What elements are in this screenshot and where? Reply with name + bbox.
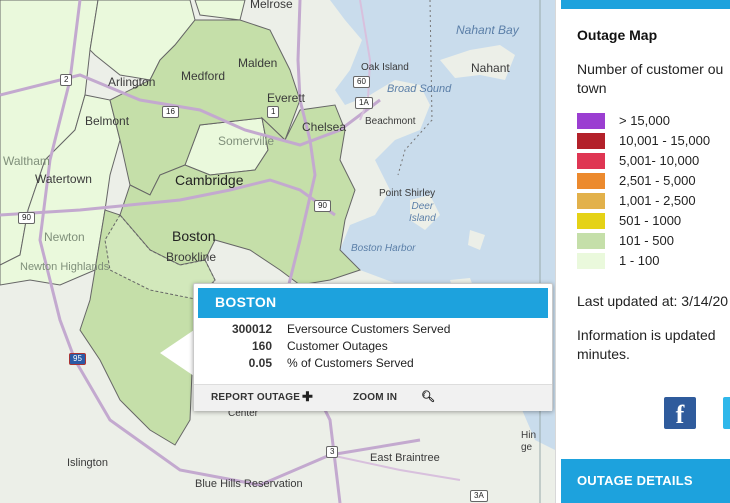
place-malden: Malden (238, 56, 278, 70)
place-blue-hills: Blue Hills Reservation (195, 478, 303, 490)
stat-row-outages: 160 Customer Outages (194, 339, 552, 356)
legend-label: > 15,000 (619, 113, 670, 128)
stat-value: 160 (251, 339, 272, 353)
route-1a-shield: 1A (355, 97, 373, 109)
panel-title: Outage Map (577, 27, 658, 43)
place-chelsea: Chelsea (302, 120, 347, 134)
route-3-shield: 3 (326, 446, 339, 458)
place-nahant-bay: Nahant Bay (456, 23, 519, 37)
place-newton-highlands: Newton Highlands (20, 261, 110, 273)
zoom-in-button[interactable]: ZOOM IN (353, 392, 397, 403)
place-melrose: Melrose (250, 0, 293, 11)
town-popup: BOSTON 300012 Eversource Customers Serve… (193, 283, 553, 411)
panel-top-bar (561, 0, 730, 9)
popup-pointer (160, 330, 194, 376)
place-oak-island: Oak Island (361, 62, 409, 73)
place-east-braintree: East Braintree (370, 452, 440, 464)
legend-label: 1,001 - 2,500 (619, 193, 696, 208)
legend-swatch (577, 173, 605, 189)
popup-footer: REPORT OUTAGE ✚ ZOOM IN 🔍︎ (194, 384, 552, 411)
stat-label: % of Customers Served (287, 356, 414, 370)
twitter-icon[interactable] (723, 397, 730, 429)
place-beachmont: Beachmont (365, 116, 416, 127)
stat-value: 0.05 (248, 356, 272, 370)
route-2-shield: 2 (60, 74, 73, 86)
report-outage-button[interactable]: REPORT OUTAGE (211, 392, 300, 403)
legend-label: 10,001 - 15,000 (619, 133, 711, 148)
legend-swatch (577, 233, 605, 249)
info-text-2: minutes. (577, 346, 630, 362)
place-islington: Islington (67, 457, 108, 469)
stat-row-served: 300012 Eversource Customers Served (194, 322, 552, 339)
plus-icon[interactable]: ✚ (302, 389, 313, 405)
legend-panel: Outage Map Number of customer ou town > … (555, 0, 730, 503)
place-point-shirley: Point Shirley (379, 188, 436, 199)
legend-swatch (577, 193, 605, 209)
outage-details-button[interactable]: OUTAGE DETAILS (561, 459, 730, 503)
place-belmont: Belmont (85, 114, 130, 128)
place-newton: Newton (44, 230, 85, 244)
place-everett: Everett (267, 91, 306, 105)
popup-title: BOSTON (215, 294, 277, 310)
stat-value: 300012 (231, 322, 272, 336)
legend-swatch (577, 113, 605, 129)
place-somerville: Somerville (218, 134, 275, 148)
legend-swatch (577, 213, 605, 229)
place-deer-island: Deer Island (409, 201, 436, 224)
place-broad-sound: Broad Sound (387, 83, 452, 95)
legend-swatch (577, 133, 605, 149)
legend-label: 2,501 - 5,000 (619, 173, 696, 188)
popup-header: BOSTON (198, 288, 548, 318)
legend-label: 1 - 100 (619, 253, 660, 268)
place-nahant: Nahant (471, 61, 510, 75)
route-60-shield: 60 (353, 76, 370, 88)
facebook-icon[interactable]: f (664, 397, 696, 429)
place-cambridge: Cambridge (175, 172, 244, 188)
legend-label: 501 - 1000 (619, 213, 682, 228)
legend-label: 5,001- 10,000 (619, 153, 700, 168)
place-watertown: Watertown (35, 172, 92, 186)
outage-details-label: OUTAGE DETAILS (577, 473, 693, 488)
interstate-95-shield: 95 (69, 353, 86, 365)
map-base[interactable] (0, 0, 555, 503)
stat-label: Customer Outages (287, 339, 388, 353)
route-90-shield-west: 90 (18, 212, 35, 224)
place-waltham: Waltham (3, 154, 50, 168)
legend-swatch (577, 253, 605, 269)
legend-swatch (577, 153, 605, 169)
place-brookline: Brookline (166, 250, 217, 264)
place-arlington: Arlington (108, 75, 156, 89)
stat-row-percent: 0.05 % of Customers Served (194, 356, 552, 373)
legend-label: 101 - 500 (619, 233, 674, 248)
route-90-shield-east: 90 (314, 200, 331, 212)
route-1-shield: 1 (267, 106, 280, 118)
route-16-shield: 16 (162, 106, 179, 118)
stat-label: Eversource Customers Served (287, 322, 451, 336)
outage-map[interactable]: Melrose Nahant Bay Arlington Medford Mal… (0, 0, 555, 503)
magnifier-icon[interactable]: 🔍︎ (421, 390, 435, 403)
place-boston: Boston (172, 228, 216, 244)
last-updated-text: Last updated at: 3/14/20 (577, 293, 729, 309)
legend-description-2: town (577, 80, 607, 96)
place-hingham: Hin ge (521, 430, 537, 453)
route-3a-shield: 3A (470, 490, 488, 502)
place-boston-harbor: Boston Harbor (351, 243, 416, 254)
legend-description: Number of customer ou (577, 61, 724, 77)
info-text: Information is updated (577, 327, 716, 343)
place-medford: Medford (181, 69, 226, 83)
